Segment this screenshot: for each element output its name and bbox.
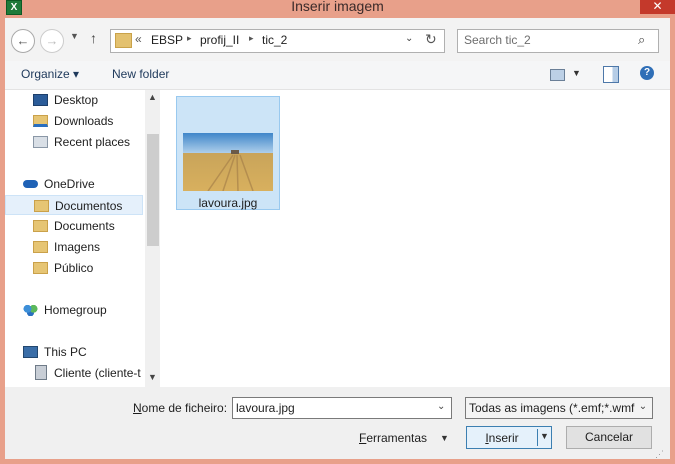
tools-dropdown-arrow[interactable]: ▼ (440, 433, 449, 443)
recent-locations-dropdown[interactable]: ▼ (70, 31, 79, 41)
chevron-down-icon[interactable]: ⌄ (636, 401, 650, 412)
breadcrumb-overflow[interactable]: « (135, 32, 142, 46)
sidebar-item-documentos[interactable]: Documentos (5, 195, 143, 215)
search-icon[interactable]: ⌕ (638, 32, 645, 48)
sidebar-item-this-pc[interactable]: This PC (5, 342, 145, 362)
sidebar-item-label: Documents (54, 219, 115, 233)
filename-input[interactable] (236, 399, 426, 417)
window-title: Inserir imagem (291, 0, 384, 14)
breadcrumb-separator[interactable]: ▸ (187, 33, 192, 44)
scroll-up-arrow[interactable]: ▲ (145, 92, 160, 102)
breadcrumb-separator[interactable]: ▸ (249, 33, 254, 44)
sidebar-item-label: Downloads (54, 114, 114, 128)
insert-options-arrow[interactable]: ▼ (540, 431, 549, 441)
breadcrumb-ebsp[interactable]: EBSP (151, 33, 183, 47)
file-item-lavoura[interactable]: lavoura.jpg (176, 96, 280, 210)
tools-button[interactable]: Ferramentas (359, 431, 427, 445)
refresh-icon[interactable]: ↻ (425, 31, 437, 48)
sidebar-item-recent-places[interactable]: Recent places (5, 132, 145, 152)
filter-value: Todas as imagens (*.emf;*.wmf (469, 401, 635, 415)
sidebar-item-label: Imagens (54, 240, 101, 254)
change-view-icon[interactable] (550, 69, 565, 81)
insert-button[interactable]: Inserir ▼ (466, 426, 552, 449)
file-type-filter[interactable]: Todas as imagens (*.emf;*.wmf ⌄ (465, 397, 653, 419)
label-text: ome de ficheiro: (141, 401, 228, 415)
folder-icon (33, 241, 48, 253)
sidebar-item-label: Desktop (54, 93, 99, 107)
up-folder-button[interactable]: ↑ (90, 30, 97, 46)
folder-icon (33, 262, 48, 274)
search-box[interactable]: ⌕ (457, 29, 659, 53)
onedrive-icon (23, 180, 38, 188)
desktop-icon (33, 94, 48, 106)
filename-label: Nome de ficheiro: (133, 401, 227, 415)
nav-scrollbar[interactable]: ▲ ▼ (145, 90, 160, 387)
scroll-thumb[interactable] (147, 134, 159, 246)
insert-label: Inserir (467, 431, 537, 445)
preview-pane-icon[interactable] (603, 66, 619, 83)
sidebar-item-label: Cliente (cliente-t (54, 366, 141, 380)
sidebar-item-desktop[interactable]: Desktop (5, 90, 145, 110)
sidebar-item-documents[interactable]: Documents (5, 216, 145, 236)
help-icon[interactable]: ? (640, 66, 654, 80)
homegroup-icon (23, 304, 38, 316)
chevron-down-icon[interactable]: ⌄ (405, 33, 413, 44)
sidebar-item-publico[interactable]: Público (5, 258, 145, 278)
sidebar-item-onedrive[interactable]: OneDrive (5, 174, 145, 194)
cancel-button[interactable]: Cancelar (566, 426, 652, 449)
chevron-down-icon[interactable]: ⌄ (437, 401, 445, 412)
resize-grip-icon[interactable]: ⋰ (655, 449, 664, 460)
sidebar-item-label: This PC (44, 345, 87, 359)
close-button[interactable]: ✕ (640, 0, 675, 14)
view-options-dropdown[interactable]: ▼ (572, 68, 581, 78)
image-thumbnail (183, 133, 273, 191)
sidebar-item-label: Documentos (55, 199, 123, 213)
organize-button[interactable]: Organize ▾ (21, 67, 79, 81)
search-input[interactable] (464, 30, 629, 50)
label-text: nserir (488, 431, 519, 445)
scroll-down-arrow[interactable]: ▼ (145, 372, 160, 382)
sidebar-item-downloads[interactable]: Downloads (5, 111, 145, 131)
file-name-label: lavoura.jpg (198, 196, 258, 210)
sidebar-item-label: Público (54, 261, 94, 275)
network-drive-icon (35, 365, 47, 380)
label-text: erramentas (366, 431, 428, 445)
downloads-folder-icon (33, 115, 48, 127)
new-folder-button[interactable]: New folder (112, 67, 169, 81)
breadcrumb-profij[interactable]: profij_II (200, 33, 239, 47)
title-bar: X Inserir imagem ✕ (0, 0, 675, 18)
folder-icon (34, 200, 49, 212)
sidebar-item-label: Recent places (54, 135, 131, 149)
sidebar-item-imagens[interactable]: Imagens (5, 237, 145, 257)
sidebar-item-cliente[interactable]: Cliente (cliente-t (5, 363, 145, 383)
computer-icon (23, 346, 38, 358)
navigation-pane: Desktop Downloads Recent places OneDrive… (5, 90, 160, 387)
mnemonic: N (133, 401, 142, 415)
folder-icon (115, 33, 132, 48)
breadcrumb-tic2[interactable]: tic_2 (262, 33, 287, 47)
filename-combobox[interactable]: ⌄ (232, 397, 452, 419)
sidebar-item-label: OneDrive (44, 177, 95, 191)
sidebar-item-label: Homegroup (44, 303, 107, 317)
split-divider (537, 429, 538, 446)
folder-icon (33, 220, 48, 232)
recent-places-icon (33, 136, 48, 148)
address-bar[interactable]: « EBSP ▸ profij_II ▸ tic_2 ⌄ ↻ (110, 29, 445, 53)
back-button[interactable]: ← (11, 29, 35, 53)
command-toolbar: Organize ▾ New folder ▼ ? (5, 61, 670, 90)
forward-button[interactable]: → (40, 29, 64, 53)
sidebar-item-homegroup[interactable]: Homegroup (5, 300, 145, 320)
